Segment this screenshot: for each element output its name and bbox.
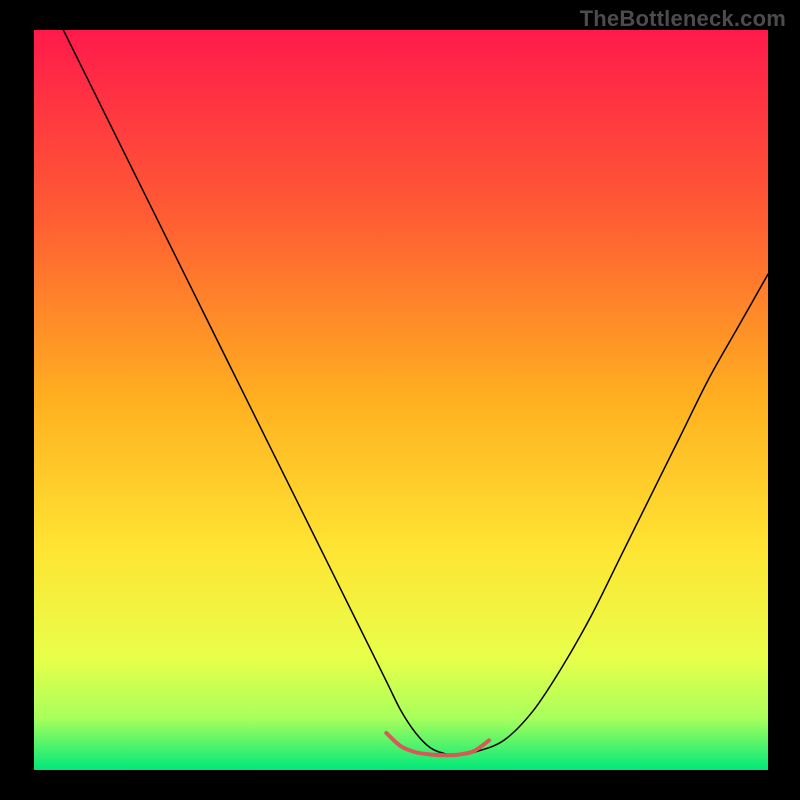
chart-frame: TheBottleneck.com: [0, 0, 800, 800]
watermark-text: TheBottleneck.com: [580, 6, 786, 32]
chart-svg: [0, 0, 800, 800]
plot-background: [34, 30, 768, 770]
